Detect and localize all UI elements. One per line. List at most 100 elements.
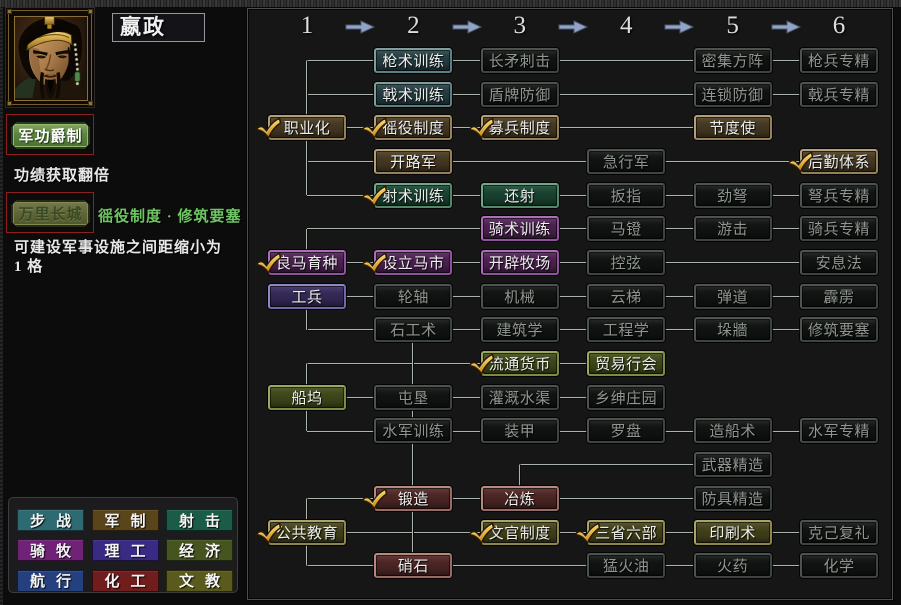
tech-node[interactable]: 武器精造: [694, 452, 772, 477]
tech-node[interactable]: 石工术: [374, 317, 452, 342]
tech-node[interactable]: 射术训练: [374, 183, 452, 208]
tech-node[interactable]: 枪术训练: [374, 48, 452, 73]
tier-arrow-icon: [770, 20, 802, 34]
left-texture-strip: [0, 7, 3, 605]
tech-node[interactable]: 还射: [481, 183, 559, 208]
researched-check-icon: [255, 117, 282, 141]
tech-node[interactable]: 船坞: [268, 385, 346, 410]
wonder-button[interactable]: 万里长城: [11, 200, 90, 227]
legend-shooting[interactable]: 射击: [166, 509, 233, 531]
tech-node[interactable]: 弩兵专精: [800, 183, 878, 208]
tech-node[interactable]: 水军专精: [800, 418, 878, 443]
tech-node[interactable]: 锻造: [374, 486, 452, 511]
tech-node[interactable]: 枪兵专精: [800, 48, 878, 73]
legend-label: 经济: [179, 540, 231, 561]
tech-node[interactable]: 云梯: [587, 284, 665, 309]
tech-node[interactable]: 连锁防御: [694, 82, 772, 107]
tech-label: 枪兵专精: [808, 50, 870, 71]
tech-node[interactable]: 开路军: [374, 149, 452, 174]
legend-cavalry[interactable]: 骑牧: [17, 539, 84, 561]
legend-label: 射击: [179, 510, 231, 531]
policy-button[interactable]: 军功爵制: [11, 122, 90, 149]
tech-label: 罗盘: [611, 420, 642, 441]
legend-label: 军制: [104, 510, 156, 531]
tier-number-6: 6: [819, 12, 859, 40]
legend-navigation[interactable]: 航行: [17, 570, 84, 592]
legend-chemistry[interactable]: 化工: [92, 570, 159, 592]
portrait-frame: [5, 7, 95, 108]
tech-node[interactable]: 戟术训练: [374, 82, 452, 107]
tech-label: 工程学: [603, 319, 650, 340]
tech-label: 修筑要塞: [808, 319, 870, 340]
tech-node[interactable]: 游击: [694, 216, 772, 241]
tech-label: 船坞: [291, 387, 322, 408]
tech-node[interactable]: 克己复礼: [800, 520, 878, 545]
tech-node[interactable]: 灌溉水渠: [481, 385, 559, 410]
legend-label: 步战: [30, 510, 82, 531]
tech-node[interactable]: 罗盘: [587, 418, 665, 443]
legend-engineering[interactable]: 理工: [92, 539, 159, 561]
tech-node[interactable]: 建筑学: [481, 317, 559, 342]
tech-node[interactable]: 马镫: [587, 216, 665, 241]
tech-label: 骑兵专精: [808, 218, 870, 239]
tech-node[interactable]: 垛牆: [694, 317, 772, 342]
tech-label: 扳指: [611, 185, 642, 206]
tech-node[interactable]: 设立马市: [374, 250, 452, 275]
tech-node[interactable]: 机械: [481, 284, 559, 309]
tech-node[interactable]: 后勤体系: [800, 149, 878, 174]
tech-node[interactable]: 开辟牧场: [481, 250, 559, 275]
tech-node[interactable]: 戟兵专精: [800, 82, 878, 107]
tech-node[interactable]: 防具精造: [694, 486, 772, 511]
tech-node[interactable]: 火药: [694, 553, 772, 578]
tech-node[interactable]: 硝石: [374, 553, 452, 578]
tech-node[interactable]: 长矛刺击: [481, 48, 559, 73]
tech-node[interactable]: 弹道: [694, 284, 772, 309]
tech-node[interactable]: 节度使: [694, 115, 772, 140]
tech-label: 流通货币: [489, 353, 551, 374]
tech-node[interactable]: 屯垦: [374, 385, 452, 410]
legend-economy[interactable]: 经济: [166, 539, 233, 561]
tech-label: 文官制度: [489, 522, 551, 543]
tech-node[interactable]: 公共教育: [268, 520, 346, 545]
tech-node[interactable]: 贸易行会: [587, 351, 665, 376]
tech-node[interactable]: 流通货币: [481, 351, 559, 376]
tech-node[interactable]: 骑兵专精: [800, 216, 878, 241]
tech-node[interactable]: 造船术: [694, 418, 772, 443]
tech-label: 开辟牧场: [489, 252, 551, 273]
tech-node[interactable]: 控弦: [587, 250, 665, 275]
tech-node[interactable]: 水军训练: [374, 418, 452, 443]
tech-node[interactable]: 盾牌防御: [481, 82, 559, 107]
tech-node[interactable]: 良马育种: [268, 250, 346, 275]
top-texture-strip: [0, 0, 901, 8]
tech-node[interactable]: 轮轴: [374, 284, 452, 309]
legend-infantry[interactable]: 步战: [17, 509, 84, 531]
tech-node[interactable]: 工程学: [587, 317, 665, 342]
tech-label: 防具精造: [702, 488, 764, 509]
tech-node[interactable]: 三省六部: [587, 520, 665, 545]
tech-node[interactable]: 募兵制度: [481, 115, 559, 140]
legend-culture[interactable]: 文教: [166, 570, 233, 592]
tech-tree-screen: 嬴政 军功爵制 功绩获取翻倍 万里长城 徭役制度 · 修筑要塞 可建设军事设施之…: [0, 0, 901, 605]
tech-node[interactable]: 装甲: [481, 418, 559, 443]
tech-node[interactable]: 扳指: [587, 183, 665, 208]
legend-military[interactable]: 军制: [92, 509, 159, 531]
tech-node[interactable]: 安息法: [800, 250, 878, 275]
tier-number-1: 1: [287, 12, 327, 40]
tech-node[interactable]: 职业化: [268, 115, 346, 140]
tech-node[interactable]: 修筑要塞: [800, 317, 878, 342]
tech-node[interactable]: 工兵: [268, 284, 346, 309]
tech-node[interactable]: 劲弩: [694, 183, 772, 208]
tech-node[interactable]: 骑术训练: [481, 216, 559, 241]
tech-node[interactable]: 密集方阵: [694, 48, 772, 73]
tech-label: 开路军: [390, 151, 437, 172]
tech-label: 火药: [717, 555, 748, 576]
tech-node[interactable]: 印刷术: [694, 520, 772, 545]
tech-node[interactable]: 文官制度: [481, 520, 559, 545]
tech-node[interactable]: 急行军: [587, 149, 665, 174]
tech-node[interactable]: 化学: [800, 553, 878, 578]
tech-node[interactable]: 乡绅庄园: [587, 385, 665, 410]
tech-node[interactable]: 猛火油: [587, 553, 665, 578]
tech-node[interactable]: 霹雳: [800, 284, 878, 309]
tech-node[interactable]: 徭役制度: [374, 115, 452, 140]
tech-node[interactable]: 冶炼: [481, 486, 559, 511]
